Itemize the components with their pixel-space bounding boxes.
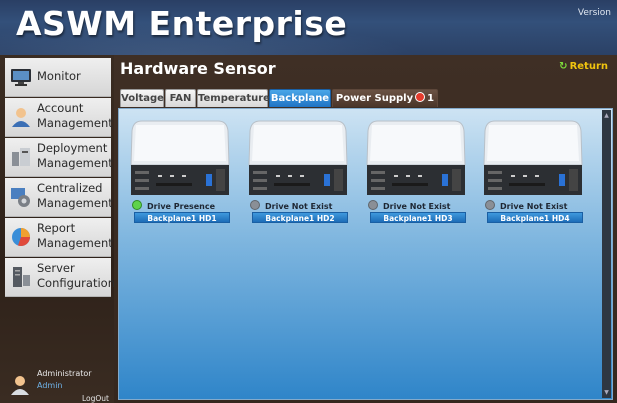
return-label: Return — [569, 61, 608, 72]
sidebar-item-label: Centralized Management — [37, 181, 113, 210]
drive-status-text: Drive Not Exist — [383, 202, 451, 211]
logout-link[interactable]: LogOut — [82, 394, 109, 403]
drive-card[interactable]: Drive Presence Backplane1 HD1 — [130, 119, 230, 225]
sidebar-item-label: Server Configuration — [37, 261, 115, 290]
sidebar-item-label: Deployment Management — [37, 141, 113, 170]
sidebar-item-centralized-management[interactable]: Centralized Management — [5, 178, 113, 217]
tab-label: FAN — [169, 93, 192, 104]
drive-status-text: Drive Not Exist — [500, 202, 568, 211]
sidebar-item-label: Monitor — [37, 69, 81, 83]
deployment-icon — [12, 148, 30, 166]
page-title: Hardware Sensor — [120, 59, 276, 78]
hard-drive-icon — [366, 120, 466, 195]
tab-temperature[interactable]: Temperature — [197, 89, 270, 107]
centralized-icon — [11, 188, 30, 207]
drive-status: Drive Not Exist — [485, 200, 568, 211]
return-button[interactable]: ↻ Return — [559, 61, 608, 72]
sidebar-item-monitor[interactable]: Monitor — [5, 58, 111, 97]
drive-label: Backplane1 HD2 — [252, 212, 348, 223]
drive-status: Drive Presence — [132, 200, 215, 211]
sidebar-item-report-management[interactable]: Report Management — [5, 218, 113, 257]
drive-label: Backplane1 HD4 — [487, 212, 583, 223]
status-led-icon — [250, 200, 260, 210]
status-led-icon — [132, 200, 142, 210]
hard-drive-icon — [130, 120, 230, 195]
tab-voltage[interactable]: Voltage — [120, 89, 164, 107]
refresh-icon: ↻ — [559, 61, 568, 72]
drive-status-text: Drive Not Exist — [265, 202, 333, 211]
account-icon — [12, 108, 30, 127]
scroll-down-arrow-icon[interactable]: ▼ — [603, 389, 610, 396]
status-led-icon — [485, 200, 495, 210]
tab-label: Voltage — [121, 93, 164, 104]
scroll-up-arrow-icon[interactable]: ▲ — [603, 112, 610, 119]
tab-label: Temperature — [198, 93, 270, 104]
drive-card[interactable]: Drive Not Exist Backplane1 HD4 — [483, 119, 583, 225]
sidebar-item-label: Account Management — [37, 101, 113, 130]
backplane-panel: ▲ ▼ Drive Presence Backplane1 HD1 Drive … — [118, 108, 613, 400]
tab-label: Backplane — [270, 93, 330, 104]
hard-drive-icon — [483, 120, 583, 195]
alarm-count: 1 — [427, 93, 435, 104]
drive-card[interactable]: Drive Not Exist Backplane1 HD2 — [248, 119, 348, 225]
drive-status: Drive Not Exist — [250, 200, 333, 211]
tab-fan[interactable]: FAN — [165, 89, 196, 107]
main-content: Hardware Sensor ↻ Return Voltage FAN Temp… — [114, 55, 617, 403]
report-icon — [12, 228, 31, 247]
user-icon — [11, 376, 29, 395]
version-link[interactable]: Version — [578, 8, 611, 18]
drive-label: Backplane1 HD1 — [134, 212, 230, 223]
user-role: Administrator — [37, 369, 92, 378]
user-name: Admin — [37, 381, 63, 390]
sidebar-nav: Monitor Account Management Deployment Ma… — [5, 58, 115, 298]
server-icon — [13, 267, 30, 287]
sidebar-item-label: Report Management — [37, 221, 113, 250]
drive-card[interactable]: Drive Not Exist Backplane1 HD3 — [366, 119, 466, 225]
app-title: ASWM Enterprise — [16, 4, 348, 43]
sidebar-item-deployment-management[interactable]: Deployment Management — [5, 138, 113, 177]
drive-status-text: Drive Presence — [147, 202, 216, 211]
scrollbar[interactable]: ▲ ▼ — [602, 110, 611, 398]
hard-drive-icon — [248, 120, 348, 195]
sidebar-item-account-management[interactable]: Account Management — [5, 98, 113, 137]
tab-power-supply[interactable]: Power Supply 1 — [332, 89, 438, 107]
sidebar: Monitor Account Management Deployment Ma… — [0, 55, 115, 403]
drive-label: Backplane1 HD3 — [370, 212, 466, 223]
tab-backplane[interactable]: Backplane — [269, 89, 331, 107]
user-panel: Administrator Admin LogOut — [6, 368, 114, 403]
tab-label: Power Supply — [335, 93, 414, 104]
drive-status: Drive Not Exist — [368, 200, 451, 211]
status-led-icon — [368, 200, 378, 210]
app-header: ASWM Enterprise Version — [0, 0, 617, 55]
monitor-icon — [11, 69, 31, 86]
sidebar-item-server-configuration[interactable]: Server Configuration — [5, 258, 115, 297]
alarm-icon — [415, 92, 426, 102]
